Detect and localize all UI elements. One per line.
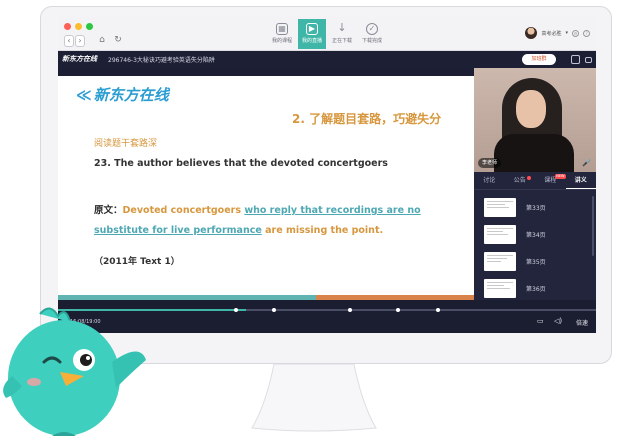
- tab-label: 下载完成: [361, 38, 382, 44]
- avatar: [525, 27, 538, 39]
- tab-discussion[interactable]: 讨论: [474, 172, 505, 189]
- monitor-stand: [251, 364, 377, 432]
- refresh-icon[interactable]: ↻: [112, 35, 124, 47]
- original-label: 原文：: [94, 205, 123, 216]
- close-window-button[interactable]: [64, 23, 71, 30]
- apple-logo-icon: [320, 340, 334, 356]
- list-item[interactable]: 第34页: [484, 221, 588, 248]
- teacher-video[interactable]: 李老师 🎤: [474, 68, 596, 172]
- page-label: 第35页: [526, 259, 546, 266]
- brand-mark-icon: ≪: [76, 86, 92, 104]
- playback-speed-button[interactable]: 倍速: [576, 318, 588, 327]
- chapter-marker[interactable]: [348, 308, 352, 312]
- join-group-button[interactable]: 加班群: [522, 54, 556, 65]
- teacher-name-tag: 李老师: [478, 158, 502, 168]
- settings-icon[interactable]: ⚙: [572, 29, 579, 37]
- handout-page-list: 第33页 第34页 第35页 第36页: [474, 190, 596, 302]
- slide-subheading: 阅读题干套路深: [94, 139, 158, 149]
- maximize-window-button[interactable]: [86, 23, 93, 30]
- app-window: ‹ › ⌂ ↻ ▦ 我的课程 ▶ 我的直播 ↓ 正在下载 ✓ 下载完成 高考必胜…: [58, 17, 596, 333]
- chapter-marker[interactable]: [234, 308, 238, 312]
- chapter-marker[interactable]: [436, 308, 440, 312]
- bird-mascot-icon: [3, 307, 146, 436]
- tab-my-live[interactable]: ▶ 我的直播: [298, 19, 326, 49]
- slide-logo-text: 新东方在线: [93, 86, 169, 104]
- title-bar: ‹ › ⌂ ↻ ▦ 我的课程 ▶ 我的直播 ↓ 正在下载 ✓ 下载完成 高考必胜…: [58, 17, 596, 51]
- side-panel: 讨论 公告 课程 NEW 讲义 第33页 第34页 第35页 第36页: [474, 172, 596, 300]
- original-part1: Devoted concertgoers: [122, 205, 241, 216]
- tab-announcement[interactable]: 公告: [505, 172, 536, 189]
- scrollbar[interactable]: [592, 196, 594, 256]
- microphone-icon: 🎤: [582, 159, 591, 167]
- chevron-down-icon: ▾: [565, 30, 568, 36]
- original-part3: are missing the point.: [265, 225, 384, 236]
- chat-icon[interactable]: ▭: [537, 317, 544, 325]
- home-icon[interactable]: ⌂: [96, 35, 108, 47]
- notification-dot: [527, 176, 531, 180]
- forward-button[interactable]: ›: [75, 35, 85, 47]
- list-item[interactable]: 第35页: [484, 248, 588, 275]
- grid-icon: ▦: [276, 23, 288, 35]
- minimize-window-button[interactable]: [75, 23, 82, 30]
- chapter-marker[interactable]: [272, 308, 276, 312]
- window-icon[interactable]: [585, 57, 592, 63]
- new-badge: NEW: [555, 174, 566, 179]
- tab-downloaded[interactable]: ✓ 下载完成: [358, 19, 386, 49]
- tab-label: 我的直播: [301, 38, 322, 44]
- list-item[interactable]: 第36页: [484, 275, 588, 302]
- live-icon: ▶: [306, 23, 318, 35]
- tab-label: 正在下载: [331, 38, 352, 44]
- original-text: 原文：Devoted concertgoers who reply that r…: [94, 201, 474, 241]
- tab-label: 我的课程: [271, 38, 292, 44]
- page-thumbnail: [484, 252, 516, 271]
- help-icon[interactable]: ?: [583, 29, 590, 37]
- page-label: 第36页: [526, 286, 546, 293]
- user-menu[interactable]: 高考必胜 ▾ ⚙ ?: [525, 27, 590, 39]
- page-label: 第34页: [526, 232, 546, 239]
- course-header: 新东方在线 296746-3大秘诀巧避考验英语失分陷阱 加班群: [58, 51, 596, 68]
- check-circle-icon: ✓: [366, 23, 378, 35]
- tab-downloading[interactable]: ↓ 正在下载: [328, 19, 356, 49]
- brand-logo: 新东方在线: [62, 55, 97, 63]
- back-button[interactable]: ‹: [64, 35, 74, 47]
- slide-heading: 2. 了解题目套路，巧避失分: [292, 112, 442, 126]
- tab-label: 公告: [513, 177, 526, 184]
- lecture-slide: ≪ 新东方在线 2. 了解题目套路，巧避失分 阅读题干套路深 23. The au…: [58, 76, 474, 300]
- list-item[interactable]: 第33页: [484, 194, 588, 221]
- source-citation: （2011年 Text 1）: [94, 257, 180, 267]
- volume-icon[interactable]: ◁): [554, 317, 562, 325]
- question-text: 23. The author believes that the devoted…: [94, 158, 388, 169]
- tab-my-courses[interactable]: ▦ 我的课程: [268, 19, 296, 49]
- slide-logo: ≪ 新东方在线: [76, 84, 169, 105]
- page-thumbnail: [484, 279, 516, 298]
- download-icon: ↓: [337, 21, 347, 34]
- layout-icon[interactable]: [571, 55, 580, 64]
- tab-handout[interactable]: 讲义: [565, 172, 596, 189]
- chapter-marker[interactable]: [396, 308, 400, 312]
- page-thumbnail: [484, 225, 516, 244]
- course-title: 296746-3大秘诀巧避考验英语失分陷阱: [108, 57, 215, 64]
- window-controls: [64, 23, 93, 30]
- panel-tabs: 讨论 公告 课程 NEW 讲义: [474, 172, 596, 190]
- tab-course[interactable]: 课程 NEW: [535, 172, 566, 189]
- user-name: 高考必胜: [541, 30, 562, 37]
- page-thumbnail: [484, 198, 516, 217]
- page-label: 第33页: [526, 205, 546, 212]
